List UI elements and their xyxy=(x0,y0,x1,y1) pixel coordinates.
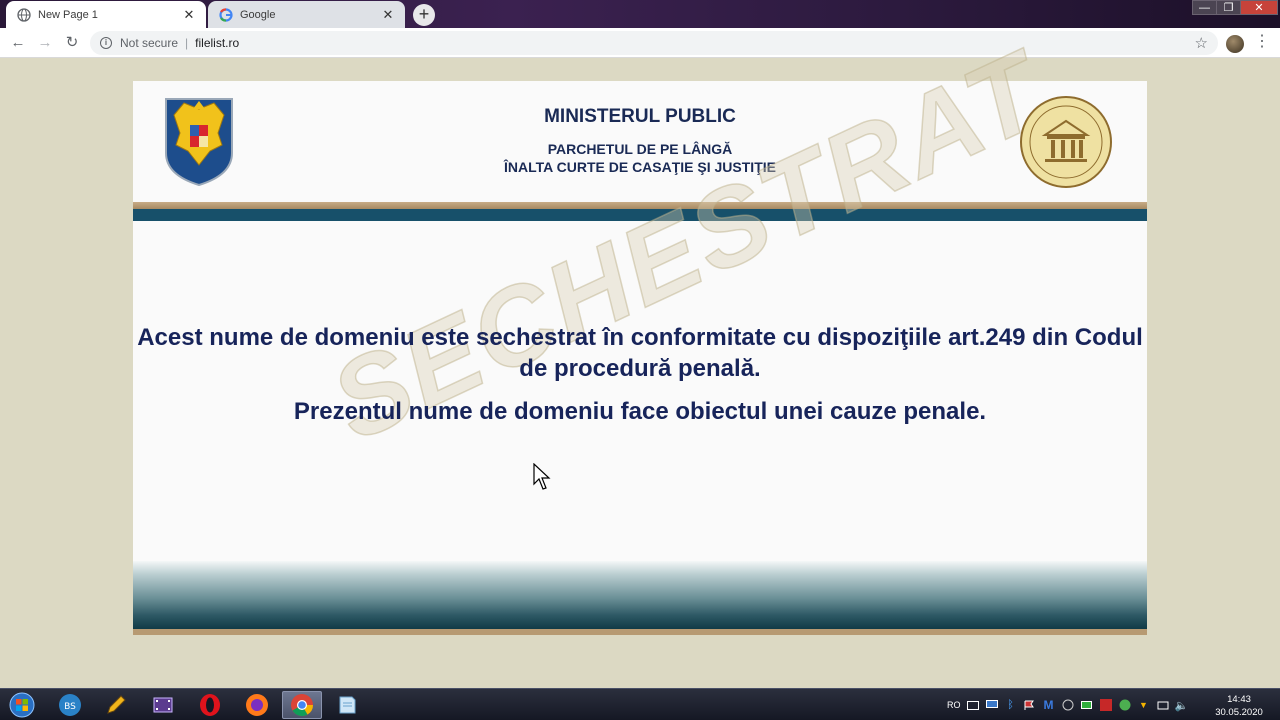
flag-icon[interactable] xyxy=(1023,698,1037,712)
address-bar[interactable]: i Not secure | filelist.ro ☆ xyxy=(90,31,1218,55)
seizure-notice-paragraph-2: Prezentul nume de domeniu face obiectul … xyxy=(293,398,987,425)
clock-date: 30.05.2020 xyxy=(1215,707,1263,718)
pencil-app-icon[interactable] xyxy=(96,691,136,719)
profile-avatar[interactable] xyxy=(1226,35,1244,53)
minimize-button[interactable]: — xyxy=(1192,0,1217,15)
svg-text:BS: BS xyxy=(64,702,76,712)
bluetooth-icon[interactable]: ᛒ xyxy=(1004,698,1018,712)
opera-icon[interactable] xyxy=(190,691,230,719)
browser-toolbar: ← → ↻ i Not secure | filelist.ro ☆ xyxy=(0,28,1280,58)
clock-time: 14:43 xyxy=(1227,694,1251,705)
wifi-icon[interactable] xyxy=(1156,698,1170,712)
video-editor-icon[interactable] xyxy=(143,691,183,719)
system-tray: RO ᛒ M ▼ 🔈 xyxy=(947,689,1194,720)
forward-icon[interactable]: → xyxy=(35,33,55,53)
tab-strip: New Page 1 ✕ Google ✕ + — ❐ ✕ xyxy=(0,0,1280,28)
seizure-notice-paragraph-1: Acest nume de domeniu este sechestrat în… xyxy=(137,324,1143,382)
keyboard-icon[interactable] xyxy=(966,698,980,712)
language-indicator[interactable]: RO xyxy=(947,700,961,710)
chrome-icon[interactable] xyxy=(282,691,322,719)
new-tab-button[interactable]: + xyxy=(413,4,435,26)
info-icon[interactable]: i xyxy=(100,37,112,49)
security-label: Not secure xyxy=(120,36,179,50)
windows-taskbar: BS RO ᛒ M ▼ 🔈 14:43 30.05.2020 xyxy=(0,688,1280,720)
display-icon[interactable] xyxy=(985,698,999,712)
network-status-icon[interactable] xyxy=(1061,698,1075,712)
menu-icon[interactable]: ⋮ xyxy=(1254,33,1270,53)
tab-title: Google xyxy=(240,8,276,21)
tab-new-page-1[interactable]: New Page 1 ✕ xyxy=(6,1,206,28)
download-manager-icon[interactable] xyxy=(1099,698,1113,712)
tab-close-icon[interactable]: ✕ xyxy=(381,7,395,22)
close-window-button[interactable]: ✕ xyxy=(1240,0,1278,15)
tab-title: New Page 1 xyxy=(38,8,98,21)
tab-close-icon[interactable]: ✕ xyxy=(182,7,196,22)
maximize-button[interactable]: ❐ xyxy=(1216,0,1241,15)
seizure-notice-page: MINISTERUL PUBLIC PARCHETUL DE PE LÂNGĂ … xyxy=(133,28,1147,635)
google-icon xyxy=(218,7,234,23)
bluestacks-icon[interactable]: BS xyxy=(50,691,90,719)
volume-icon[interactable]: 🔈 xyxy=(1175,698,1189,712)
taskbar-clock[interactable]: 14:43 30.05.2020 xyxy=(1208,693,1270,719)
address-separator: | xyxy=(185,36,189,50)
tab-google[interactable]: Google ✕ xyxy=(208,1,405,28)
reload-icon[interactable]: ↻ xyxy=(62,33,82,53)
bookmark-star-icon[interactable]: ☆ xyxy=(1195,34,1208,52)
page-footer-gradient xyxy=(133,561,1147,629)
battery-icon[interactable] xyxy=(1080,698,1094,712)
footer-tan-band xyxy=(133,629,1147,635)
mouse-cursor-icon xyxy=(533,463,551,490)
url-text[interactable]: filelist.ro xyxy=(195,36,239,50)
dropdown-tray-icon[interactable]: ▼ xyxy=(1137,698,1151,712)
start-button[interactable] xyxy=(2,691,42,719)
globe-icon xyxy=(16,7,32,23)
firefox-icon[interactable] xyxy=(237,691,277,719)
notepad-icon[interactable] xyxy=(327,691,367,719)
utorrent-icon[interactable] xyxy=(1118,698,1132,712)
back-icon[interactable]: ← xyxy=(8,33,28,53)
antivirus-icon[interactable]: M xyxy=(1042,698,1056,712)
